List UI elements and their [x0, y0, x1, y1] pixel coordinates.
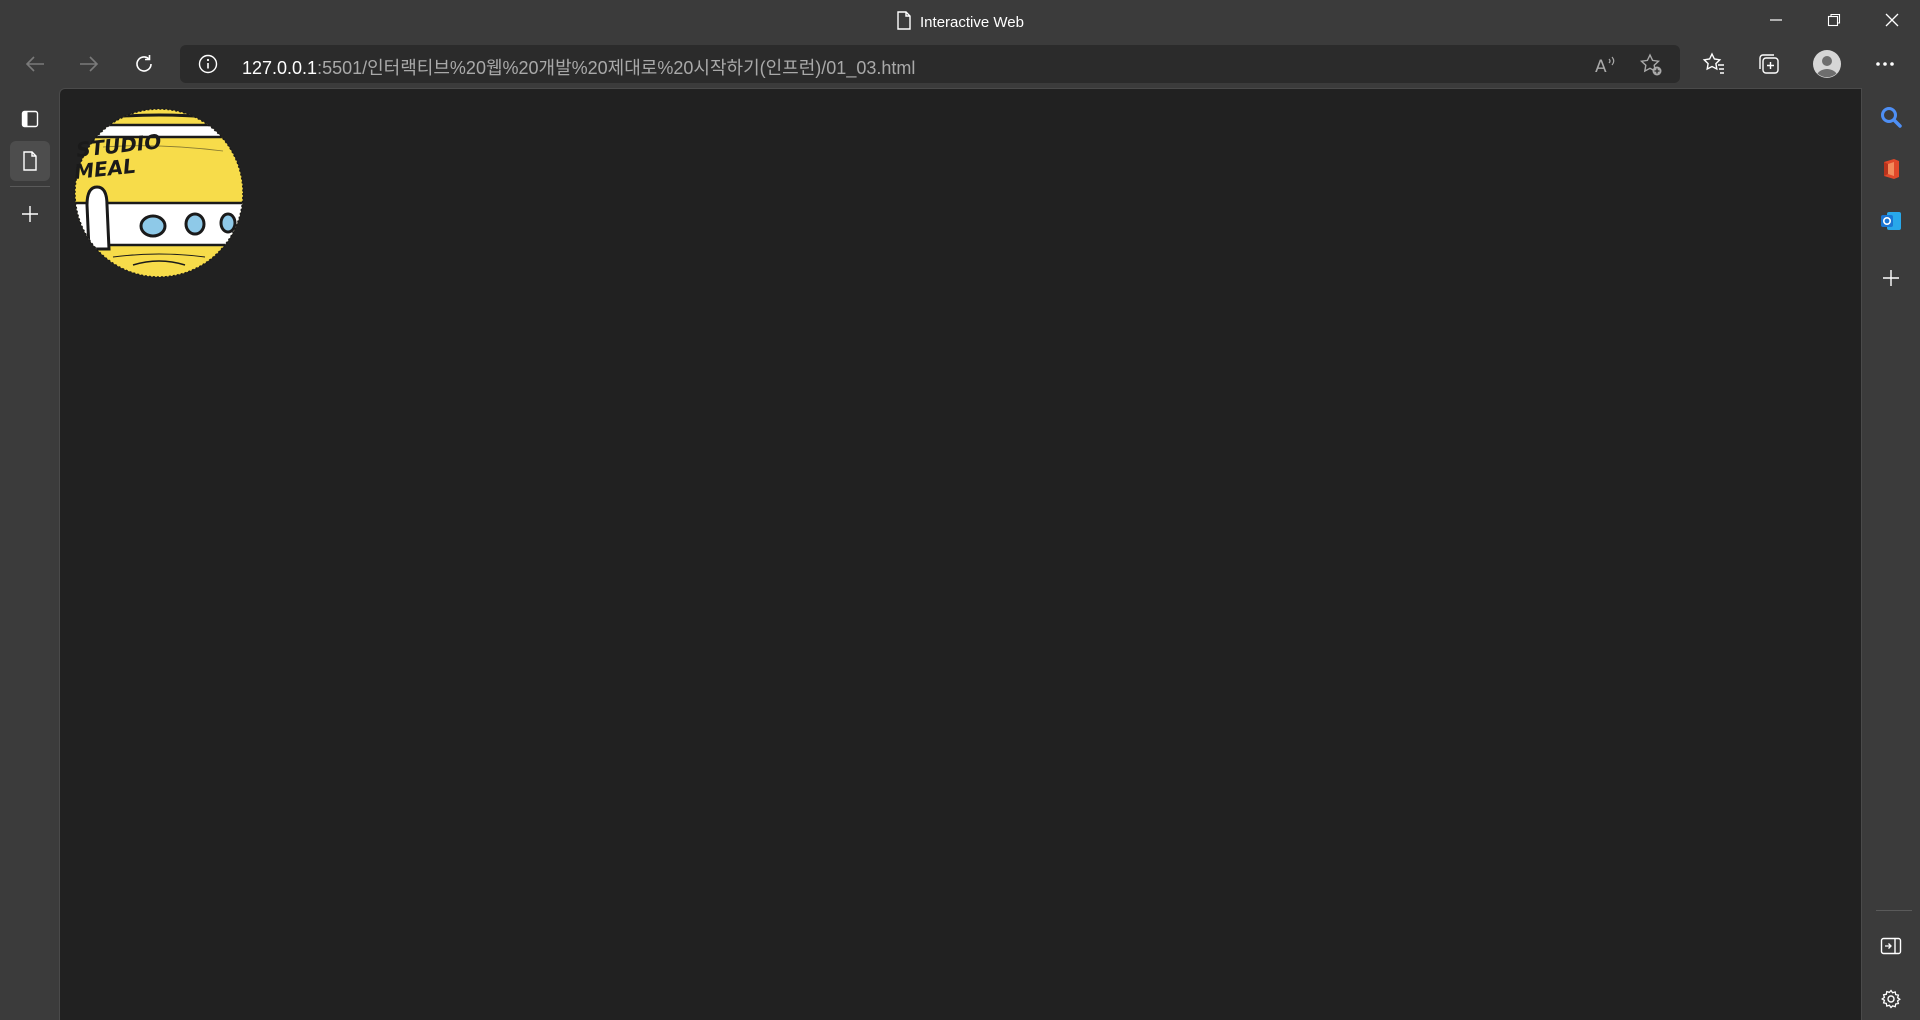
tab-actions-icon — [21, 110, 39, 128]
close-icon — [1885, 13, 1899, 27]
minimize-button[interactable] — [1748, 0, 1804, 40]
restore-icon — [1827, 13, 1841, 27]
page-icon — [23, 151, 37, 171]
site-info-icon[interactable] — [198, 54, 218, 79]
plus-icon — [22, 206, 38, 222]
tab-divider — [10, 186, 50, 187]
refresh-button[interactable] — [124, 44, 164, 84]
collections-button[interactable] — [1749, 44, 1789, 84]
window-title: Interactive Web — [0, 11, 1920, 34]
browser-toolbar: 127.0.0.1:5501/인터랙티브%20웹%20개발%20제대로%20시작… — [0, 40, 1920, 88]
favorites-icon — [1702, 52, 1724, 74]
read-aloud-icon[interactable]: A — [1592, 51, 1620, 79]
new-tab-button[interactable] — [10, 194, 50, 234]
forward-button[interactable] — [69, 44, 109, 84]
back-button[interactable] — [15, 44, 55, 84]
favorites-button[interactable] — [1694, 44, 1734, 84]
page-icon — [896, 11, 912, 34]
plus-icon — [1883, 270, 1899, 286]
minimize-icon — [1770, 19, 1782, 21]
address-bar[interactable]: 127.0.0.1:5501/인터랙티브%20웹%20개발%20제대로%20시작… — [180, 45, 1680, 83]
close-button[interactable] — [1864, 0, 1920, 40]
avatar — [1813, 50, 1841, 78]
refresh-icon — [136, 55, 152, 72]
url-path: :5501/인터랙티브%20웹%20개발%20제대로%20시작하기(인프런)/0… — [317, 58, 916, 78]
add-favorite-icon[interactable] — [1637, 51, 1665, 79]
outlook-icon — [1881, 212, 1901, 230]
title-bar: Interactive Web — [0, 0, 1920, 40]
sidebar-search-button[interactable] — [1871, 97, 1911, 137]
studio-meal-logo: STUDIO MEAL — [73, 107, 245, 279]
sidebar-settings-button[interactable] — [1871, 979, 1911, 1019]
profile-button[interactable] — [1807, 44, 1847, 84]
back-arrow-icon — [25, 56, 44, 72]
hide-sidebar-button[interactable] — [1871, 926, 1911, 966]
page-content: STUDIO MEAL — [59, 88, 1862, 1020]
more-dots-icon — [1876, 62, 1894, 66]
tab-actions-button[interactable] — [10, 99, 50, 139]
settings-icon — [1881, 989, 1901, 1009]
office-icon — [1884, 159, 1899, 179]
window-title-text: Interactive Web — [920, 14, 1024, 31]
restore-button[interactable] — [1806, 0, 1862, 40]
studio-meal-logo-image: STUDIO MEAL — [73, 108, 244, 278]
sidebar-office-button[interactable] — [1871, 149, 1911, 189]
url-text[interactable]: 127.0.0.1:5501/인터랙티브%20웹%20개발%20제대로%20시작… — [242, 54, 915, 80]
hide-sidebar-icon — [1880, 937, 1902, 955]
sidebar-add-button[interactable] — [1871, 258, 1911, 298]
collections-icon — [1759, 54, 1779, 74]
search-icon — [1881, 107, 1902, 128]
sidebar-outlook-button[interactable] — [1871, 201, 1911, 241]
tab-interactive-web[interactable] — [10, 141, 50, 181]
right-sidebar — [1862, 88, 1920, 1020]
vertical-tabs-bar — [0, 88, 59, 1020]
settings-more-button[interactable] — [1865, 44, 1905, 84]
svg-text:A: A — [1595, 57, 1607, 76]
url-host: 127.0.0.1 — [242, 58, 318, 78]
sidebar-divider — [1876, 910, 1912, 911]
forward-arrow-icon — [80, 56, 99, 72]
